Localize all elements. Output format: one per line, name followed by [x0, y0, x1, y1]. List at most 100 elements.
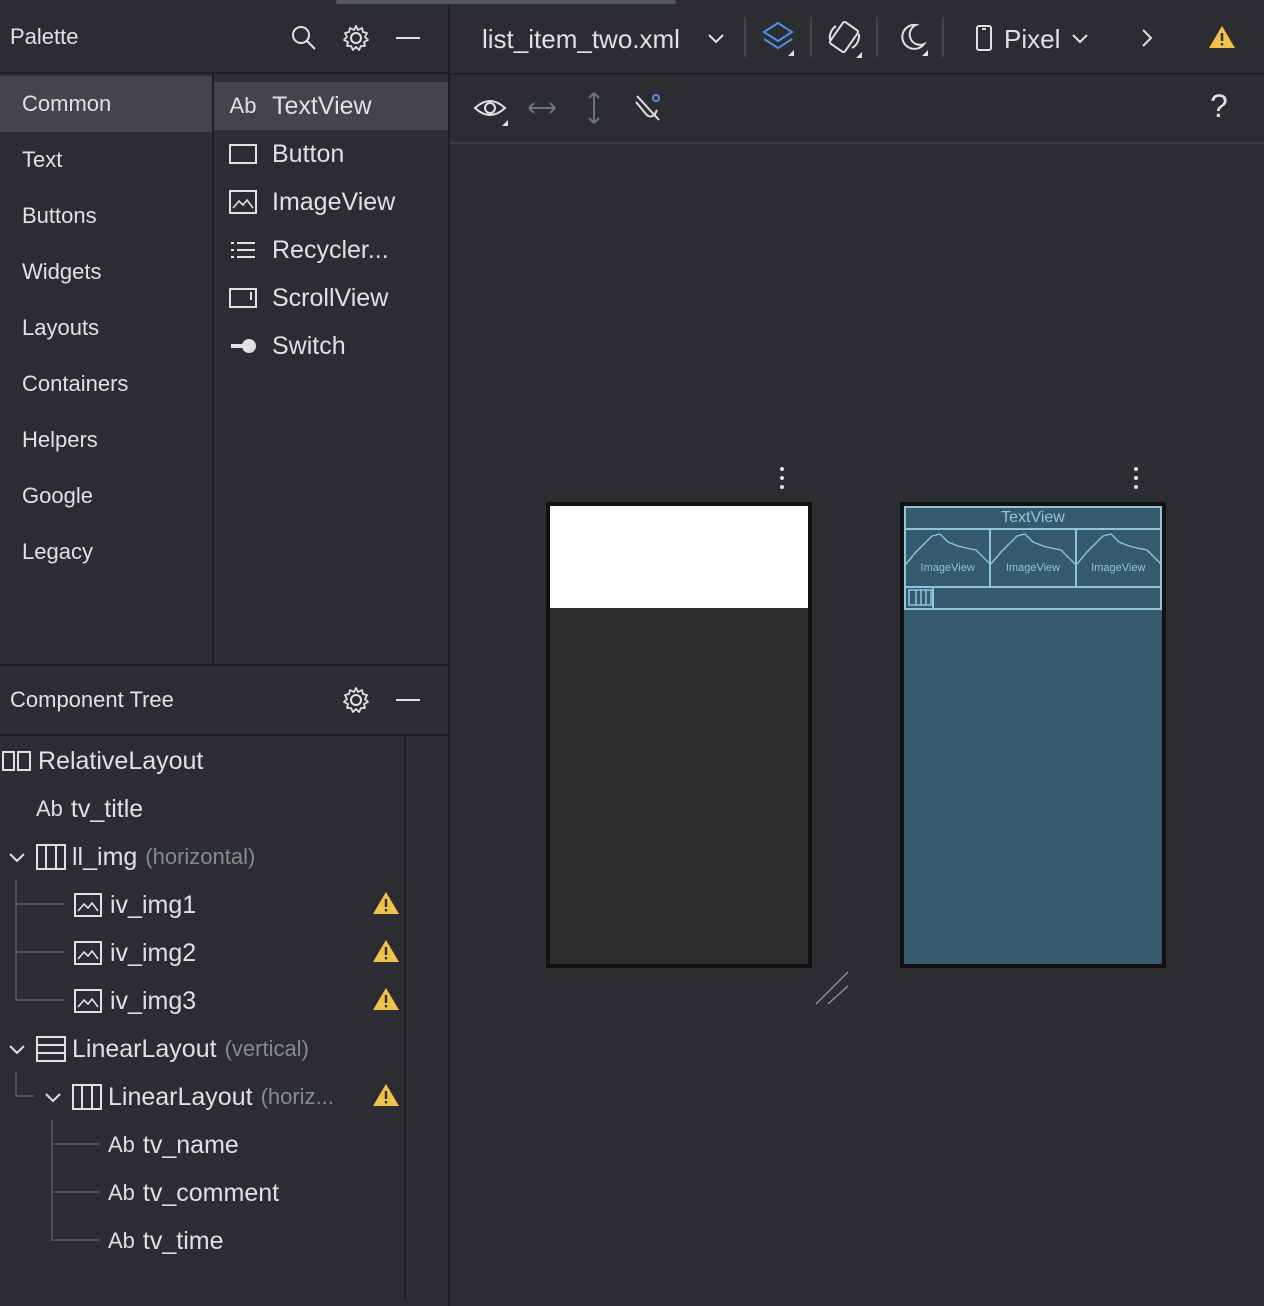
tree-node-linearlayout-vertical[interactable]: LinearLayout (vertical) — [6, 1025, 309, 1073]
palette-item-button[interactable]: Button — [214, 130, 448, 178]
search-icon[interactable] — [288, 22, 320, 54]
blueprint-preview[interactable]: TextView ImageView ImageView ImageView — [900, 502, 1166, 968]
minimize-icon[interactable] — [396, 37, 420, 39]
horizontal-resize-icon[interactable] — [526, 96, 558, 120]
orientation-icon[interactable] — [826, 18, 864, 58]
relativelayout-icon — [2, 751, 31, 771]
category-common[interactable]: Common — [0, 76, 212, 132]
image-icon — [74, 941, 102, 965]
help-icon[interactable]: ? — [1210, 88, 1228, 125]
divider — [0, 72, 448, 74]
category-google[interactable]: Google — [0, 468, 212, 524]
horizontal-layout-icon — [908, 589, 932, 606]
palette-item-label: Switch — [272, 331, 346, 360]
blueprint-linearlayout[interactable] — [904, 588, 1162, 610]
tree-node-hint: (vertical) — [224, 1036, 309, 1061]
palette-item-textview[interactable]: Ab TextView — [214, 82, 448, 130]
warning-icon[interactable] — [372, 1082, 400, 1108]
separator — [876, 17, 878, 57]
tree-node-iv-img2[interactable]: iv_img2 — [74, 929, 196, 977]
panel-divider[interactable] — [448, 0, 450, 1306]
palette-item-recyclerview[interactable]: Recycler... — [214, 226, 448, 274]
blueprint-imageview[interactable]: ImageView — [991, 530, 1077, 586]
palette-item-label: ImageView — [272, 187, 396, 216]
tree-node-ll-img[interactable]: ll_img (horizontal) — [6, 833, 255, 881]
category-buttons[interactable]: Buttons — [0, 188, 212, 244]
tree-node-tv-time[interactable]: Ab tv_time — [108, 1217, 224, 1265]
divider — [932, 588, 934, 608]
warning-icon[interactable] — [1208, 24, 1236, 50]
vertical-resize-icon[interactable] — [582, 90, 606, 126]
blueprint-textview[interactable]: TextView — [904, 506, 1162, 530]
tree-node-tv-title[interactable]: Ab tv_title — [36, 785, 143, 833]
chevron-down-icon[interactable] — [6, 1038, 28, 1060]
chevron-down-icon[interactable] — [42, 1086, 64, 1108]
resize-handle-icon[interactable] — [812, 968, 852, 1008]
separator — [810, 17, 812, 57]
tree-node-hint: (horizontal) — [145, 844, 256, 869]
tree-node-label: iv_img2 — [110, 938, 197, 967]
scrollbar-track[interactable] — [404, 736, 406, 1300]
blueprint-imageview[interactable]: ImageView — [906, 530, 992, 586]
palette-item-label: ScrollView — [272, 283, 389, 312]
device-icon[interactable] — [974, 24, 994, 52]
chevron-right-icon[interactable] — [1138, 26, 1156, 50]
blueprint-image-row[interactable]: ImageView ImageView ImageView — [904, 530, 1162, 588]
preview-content — [550, 506, 808, 608]
tree-node-label: iv_img3 — [110, 986, 197, 1015]
warning-icon[interactable] — [372, 890, 400, 916]
category-containers[interactable]: Containers — [0, 356, 212, 412]
tree-node-label: iv_img1 — [110, 890, 197, 919]
file-name-dropdown[interactable]: list_item_two.xml — [482, 24, 680, 55]
image-icon — [214, 190, 272, 214]
category-layouts[interactable]: Layouts — [0, 300, 212, 356]
text-icon: Ab — [229, 93, 257, 118]
chevron-down-icon[interactable] — [6, 846, 28, 868]
blueprint-imageview[interactable]: ImageView — [1076, 530, 1161, 586]
category-text[interactable]: Text — [0, 132, 212, 188]
device-dropdown[interactable]: Pixel — [1004, 24, 1060, 55]
vertical-layout-icon — [36, 1036, 66, 1062]
design-preview[interactable] — [546, 502, 812, 968]
text-icon: Ab — [108, 1180, 135, 1205]
warning-icon[interactable] — [372, 938, 400, 964]
tree-node-label: tv_time — [142, 1226, 224, 1255]
minimize-icon[interactable] — [396, 699, 420, 701]
palette-item-label: Button — [272, 139, 345, 168]
text-icon: Ab — [108, 1228, 135, 1253]
gear-icon[interactable] — [340, 22, 372, 54]
warning-icon[interactable] — [372, 986, 400, 1012]
tree-node-linearlayout-horizontal[interactable]: LinearLayout (horiz... — [42, 1073, 334, 1121]
category-widgets[interactable]: Widgets — [0, 244, 212, 300]
tree-node-label: tv_comment — [142, 1178, 280, 1207]
gear-icon[interactable] — [340, 684, 372, 716]
disable-constraints-icon[interactable] — [632, 92, 664, 124]
tree-node-iv-img3[interactable]: iv_img3 — [74, 977, 196, 1025]
more-options-icon[interactable] — [779, 467, 785, 494]
blueprint-imageview-label: ImageView — [1005, 562, 1061, 574]
tree-node-relativelayout[interactable]: RelativeLayout — [2, 737, 203, 785]
night-mode-icon[interactable] — [894, 20, 930, 58]
horizontal-layout-icon — [72, 1084, 102, 1110]
palette-item-switch[interactable]: Switch — [214, 322, 448, 370]
chevron-down-icon[interactable] — [1070, 30, 1090, 48]
tree-node-iv-img1[interactable]: iv_img1 — [74, 881, 196, 929]
palette-item-scrollview[interactable]: ScrollView — [214, 274, 448, 322]
category-legacy[interactable]: Legacy — [0, 524, 212, 580]
separator — [942, 17, 944, 57]
chevron-down-icon[interactable] — [706, 30, 726, 48]
tree-node-label: tv_name — [142, 1130, 239, 1159]
more-options-icon[interactable] — [1133, 467, 1139, 494]
image-icon — [74, 989, 102, 1013]
palette-item-imageview[interactable]: ImageView — [214, 178, 448, 226]
text-icon: Ab — [108, 1132, 135, 1157]
tree-node-tv-name[interactable]: Ab tv_name — [108, 1121, 239, 1169]
tree-node-tv-comment[interactable]: Ab tv_comment — [108, 1169, 279, 1217]
category-helpers[interactable]: Helpers — [0, 412, 212, 468]
eye-icon[interactable] — [472, 92, 512, 128]
tree-node-label: ll_img — [72, 842, 138, 871]
layers-icon[interactable] — [760, 20, 798, 56]
tree-node-label: LinearLayout — [108, 1082, 253, 1111]
button-icon — [214, 143, 272, 165]
tree-node-label: tv_title — [70, 794, 144, 823]
